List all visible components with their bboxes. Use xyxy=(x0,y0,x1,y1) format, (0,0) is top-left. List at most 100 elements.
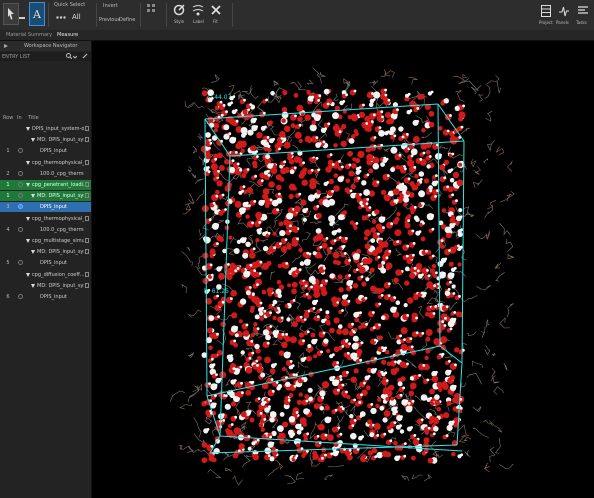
include-toggle[interactable] xyxy=(18,204,23,210)
include-toggle[interactable] xyxy=(18,182,23,187)
label-button[interactable] xyxy=(191,3,205,17)
entry-list-label: ENTRY LIST xyxy=(2,54,31,60)
entry-badge-icon[interactable] xyxy=(85,126,89,131)
collapse-icon[interactable] xyxy=(3,43,9,49)
define-button[interactable]: Define xyxy=(119,17,135,23)
atom-label-button[interactable]: A xyxy=(29,2,45,26)
expand-triangle-icon[interactable] xyxy=(26,127,30,131)
entry-badge-icon[interactable] xyxy=(85,159,89,165)
entry-row-number: 1 xyxy=(6,182,10,188)
entry-title: DPIS_input xyxy=(40,260,67,267)
entry-badge-icon[interactable] xyxy=(85,282,89,288)
entry-title: MD: DPIS_input_syst... xyxy=(37,137,84,144)
label-tag-icon xyxy=(192,5,204,16)
entry-row[interactable]: 2 100.0_cpg_thermophy... xyxy=(0,169,91,179)
entry-group-row[interactable]: cpg_multistage_simu... xyxy=(0,236,91,246)
entry-badge-icon[interactable] xyxy=(85,182,89,187)
entry-badge-icon[interactable] xyxy=(85,137,89,143)
project-table-button[interactable] xyxy=(540,4,552,18)
entry-badge-icon[interactable] xyxy=(85,193,89,199)
entry-badge-icon[interactable] xyxy=(85,215,89,221)
project-label: Project xyxy=(539,20,553,25)
entry-title: cpg_diffusion_coeff... xyxy=(32,271,84,278)
entry-group-row[interactable]: cpg_diffusion_coeff... xyxy=(0,270,91,280)
entry-title: DPIS_input xyxy=(40,294,67,300)
entry-row-number: 2 xyxy=(6,170,10,177)
expand-triangle-icon[interactable] xyxy=(26,183,30,187)
col-row-header[interactable]: Row xyxy=(3,115,13,121)
minus-icon xyxy=(19,17,25,19)
entry-row[interactable]: 6 DPIS_input xyxy=(0,292,91,302)
include-toggle[interactable] xyxy=(18,170,23,176)
expand-triangle-icon[interactable] xyxy=(31,283,35,288)
entry-group-row[interactable]: cpg_thermophysical_... xyxy=(0,158,91,168)
table-icon xyxy=(541,5,551,17)
expand-triangle-icon[interactable] xyxy=(26,160,30,165)
tasks-button[interactable] xyxy=(577,4,589,18)
invert-button[interactable]: Invert xyxy=(103,3,118,9)
expand-triangle-icon[interactable] xyxy=(26,239,30,243)
entry-row[interactable]: 1 DPIS_input xyxy=(0,146,91,156)
entry-row-number: 1 xyxy=(6,148,10,155)
entry-row[interactable]: MD: DPIS_input_syst... xyxy=(0,281,91,291)
entry-badge-icon[interactable] xyxy=(85,271,89,277)
select-all-button[interactable]: All xyxy=(72,13,81,21)
entry-row[interactable]: 5 DPIS_input xyxy=(0,258,91,268)
style-brush-icon xyxy=(173,4,185,16)
3d-viewer[interactable]: c: 44.07 b: 61.25 xyxy=(92,41,594,498)
main-toolbar: A Quick Select All Invert Previous Defin… xyxy=(0,0,594,31)
fit-button[interactable] xyxy=(209,3,223,17)
chart-pulse-icon xyxy=(559,6,569,17)
quick-select-label: Quick Select xyxy=(54,2,86,8)
tab-measure[interactable]: Measure xyxy=(57,32,78,38)
entry-row[interactable]: 4 100.0_cpg_thermophy... xyxy=(0,225,91,235)
entry-group-row[interactable]: DPIS_input_system-o... xyxy=(0,124,91,134)
include-toggle[interactable] xyxy=(18,226,23,232)
entry-row[interactable]: 1 MD: DPIS_input_syst... xyxy=(0,191,91,202)
entry-badge-icon[interactable] xyxy=(85,238,89,243)
tasks-label: Tasks xyxy=(576,20,587,25)
previous-button[interactable]: Previous xyxy=(99,17,120,23)
molecular-scene[interactable]: c: 44.07 b: 61.25 xyxy=(92,41,594,498)
workspace-navigator-panel: Workspace Navigator ENTRY LIST Row In Ti… xyxy=(0,41,92,498)
entry-row[interactable]: MD: DPIS_input_syst... xyxy=(0,135,91,145)
include-toggle[interactable] xyxy=(18,260,23,266)
expand-triangle-icon[interactable] xyxy=(26,216,30,221)
col-in-header[interactable]: In xyxy=(17,115,22,121)
tab-material-summary[interactable]: Material Summary xyxy=(6,32,52,38)
include-toggle[interactable] xyxy=(18,294,23,299)
entry-group-row[interactable]: 1 cpg_penetrant_loadi... xyxy=(0,180,91,190)
expand-triangle-icon[interactable] xyxy=(26,272,30,277)
expand-triangle-icon[interactable] xyxy=(31,194,35,199)
search-icon[interactable] xyxy=(66,53,72,59)
zoom-minus-button[interactable] xyxy=(18,14,26,22)
expand-triangle-icon[interactable] xyxy=(31,138,35,143)
expand-triangle-icon[interactable] xyxy=(31,250,35,255)
entry-row-number: 5 xyxy=(6,260,10,267)
include-toggle[interactable] xyxy=(18,148,23,154)
chevron-down-icon[interactable] xyxy=(73,55,77,59)
water-molecules xyxy=(200,88,466,464)
entry-title: 100.0_cpg_thermophy... xyxy=(40,170,84,177)
entry-title: MD: DPIS_input_syst... xyxy=(37,193,84,200)
panels-button[interactable] xyxy=(558,4,570,18)
entry-list-bar: ENTRY LIST xyxy=(0,52,91,61)
entry-row[interactable]: 3 DPIS_input xyxy=(0,202,91,213)
edit-icon[interactable] xyxy=(82,53,88,59)
entry-badge-icon[interactable] xyxy=(85,249,89,255)
style-button[interactable] xyxy=(172,3,186,17)
col-title-header[interactable]: Title xyxy=(28,115,39,121)
tools-icon xyxy=(211,5,221,15)
atom-a-icon: A xyxy=(33,7,41,21)
style-label: Style xyxy=(174,19,185,24)
panels-label: Panels xyxy=(556,20,569,25)
more-dots-button[interactable] xyxy=(54,12,68,22)
select-tool-button[interactable] xyxy=(3,3,19,25)
navigator-title: Workspace Navigator xyxy=(24,43,78,49)
label-label: Label xyxy=(193,19,204,24)
navigator-header: Workspace Navigator xyxy=(0,41,91,51)
entry-group-row[interactable]: cpg_thermophysical_... xyxy=(0,214,91,224)
entry-row[interactable]: MD: DPIS_input_syst... xyxy=(0,247,91,257)
grid-options-button[interactable] xyxy=(146,3,156,13)
include-toggle[interactable] xyxy=(18,193,23,199)
